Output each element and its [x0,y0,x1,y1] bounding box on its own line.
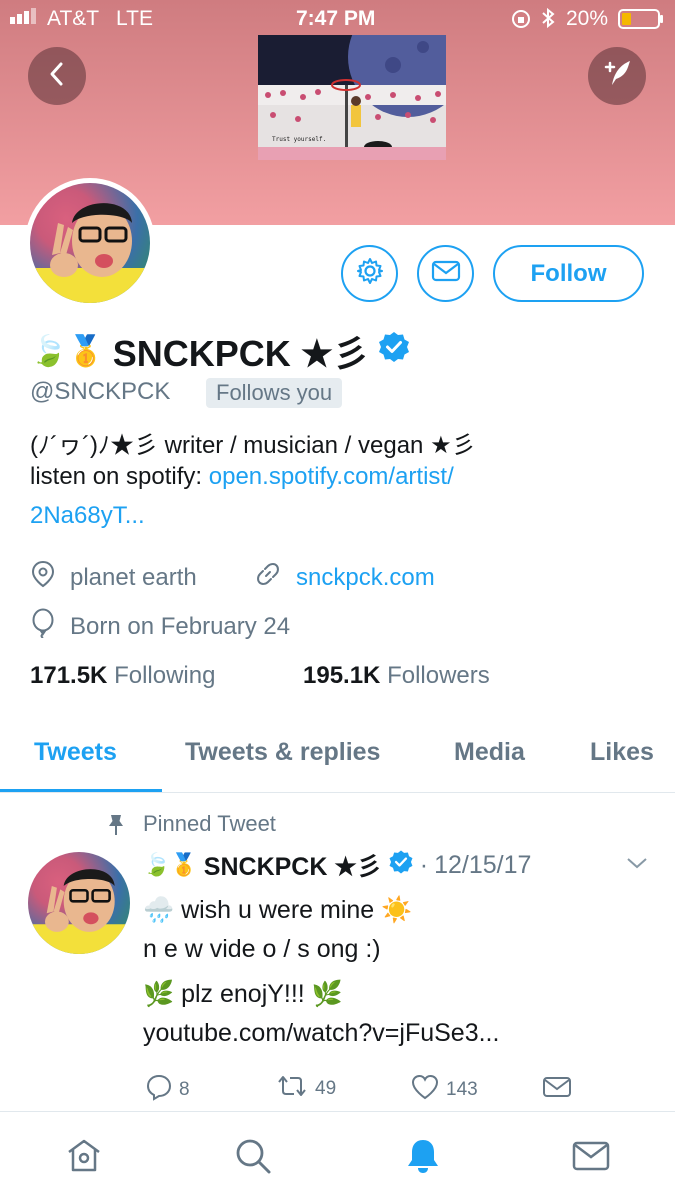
name-emojis: 🍃🥇 [30,334,105,368]
retweet-count: 49 [315,1078,337,1099]
like-count: 143 [446,1079,478,1100]
link-icon [254,560,282,595]
followers-label: Followers [387,662,490,689]
tweet-date-separator: · [419,850,429,879]
gear-icon [356,257,384,290]
battery-percent: 20% [566,7,609,30]
profile-handle: @SNCKPCK [30,378,171,405]
tweet-author-emojis: 🍃🥇 [143,852,198,877]
followers-number: 195.1K [303,662,381,689]
network-label: LTE [116,7,153,30]
bio-line-2: listen on spotify: open.spotify.com/arti… [30,463,454,491]
name-text: SNCKPCK ★彡 [112,333,370,374]
profile-location: planet earth [30,560,197,595]
verified-badge-icon [377,330,411,373]
pinned-tweet-label: Pinned Tweet [143,811,276,836]
banner-caption: Trust yourself. [272,136,326,143]
reply-count: 8 [179,1079,190,1100]
profile-birthday: Born on February 24 [30,608,290,645]
reply-icon [145,1073,173,1107]
envelope-icon [431,259,461,288]
reply-button[interactable]: 8 [145,1073,190,1107]
home-icon[interactable] [64,1136,104,1176]
following-count[interactable]: 171.5K Following [30,662,215,690]
tweet-text-line-1: 🌧️ wish u were mine ☀️ [143,896,413,924]
tab-likes[interactable]: Likes [590,738,654,767]
tab-media[interactable]: Media [454,738,525,767]
tabs-divider [0,792,675,793]
avatar-photo [30,183,150,303]
profile-display-name: 🍃🥇 SNCKPCK ★彡 [30,325,411,377]
heart-icon [410,1073,440,1107]
compose-tweet-icon [600,57,634,96]
pin-icon [106,813,126,842]
birthday-text: Born on February 24 [70,612,291,640]
settings-button[interactable] [341,245,398,302]
messages-envelope-icon[interactable] [571,1136,611,1176]
compose-tweet-button[interactable] [588,47,646,105]
back-arrow-icon [45,60,69,93]
signal-icon [10,7,46,31]
follow-button[interactable]: Follow [493,245,644,302]
like-button[interactable]: 143 [410,1073,478,1107]
tab-tweets[interactable]: Tweets [34,738,117,767]
follow-button-label: Follow [530,259,607,287]
clock: 7:47 PM [296,7,376,30]
bio-spotify-prefix: listen on spotify: [30,463,209,490]
bottom-navigation [0,1111,675,1201]
bio-line-3: 2Na68yT... [30,502,145,530]
battery-icon [618,9,664,35]
following-label: Following [114,662,216,689]
website-link[interactable]: snckpck.com [296,564,435,592]
tweet-header: 🍃🥇 SNCKPCK ★彡 · 12/15/17 [143,847,531,883]
tab-tweets-and-replies[interactable]: Tweets & replies [185,738,380,767]
tweet-youtube-link[interactable]: youtube.com/watch?v=jFuSe3... [143,1019,499,1048]
verified-badge-icon [388,849,414,882]
location-pin-icon [30,560,56,595]
envelope-icon [542,1077,572,1103]
tweet-text-line-3: 🌿 plz enojY!!! 🌿 [143,980,343,1008]
profile-website[interactable]: snckpck.com [254,560,435,595]
bluetooth-icon [540,7,556,35]
message-button[interactable] [417,245,474,302]
bell-icon[interactable] [403,1136,443,1176]
follows-you-badge: Follows you [206,378,343,408]
banner-artwork: Trust yourself. [258,35,446,160]
following-number: 171.5K [30,662,108,689]
tweet-author-name[interactable]: SNCKPCK ★彡 [204,847,382,883]
followers-count[interactable]: 195.1K Followers [303,662,490,690]
tweet-menu-chevron-icon[interactable] [625,855,649,876]
retweet-icon [275,1073,309,1105]
location-text: planet earth [70,563,197,591]
carrier-label: AT&T [47,7,100,30]
profile-avatar[interactable] [25,178,155,308]
tweet-text-line-2: n e w vide o / s ong :) [143,935,381,963]
rotation-lock-icon [510,8,532,36]
bio-line-1: (ﾉ´ヮ´)ﾉ★彡 writer / musician / vegan ★彡 [30,432,476,459]
direct-message-button[interactable] [542,1075,572,1104]
balloon-icon [30,608,56,645]
retweet-button[interactable]: 49 [275,1073,336,1105]
spotify-link-continued[interactable]: 2Na68yT... [30,502,145,529]
status-bar: AT&T LTE 7:47 PM 20% [0,0,675,38]
spotify-link[interactable]: open.spotify.com/artist/ [209,463,454,490]
tweet-author-avatar[interactable] [28,852,130,954]
search-icon[interactable] [233,1136,273,1176]
back-button[interactable] [28,47,86,105]
tweet-date[interactable]: 12/15/17 [434,851,531,880]
